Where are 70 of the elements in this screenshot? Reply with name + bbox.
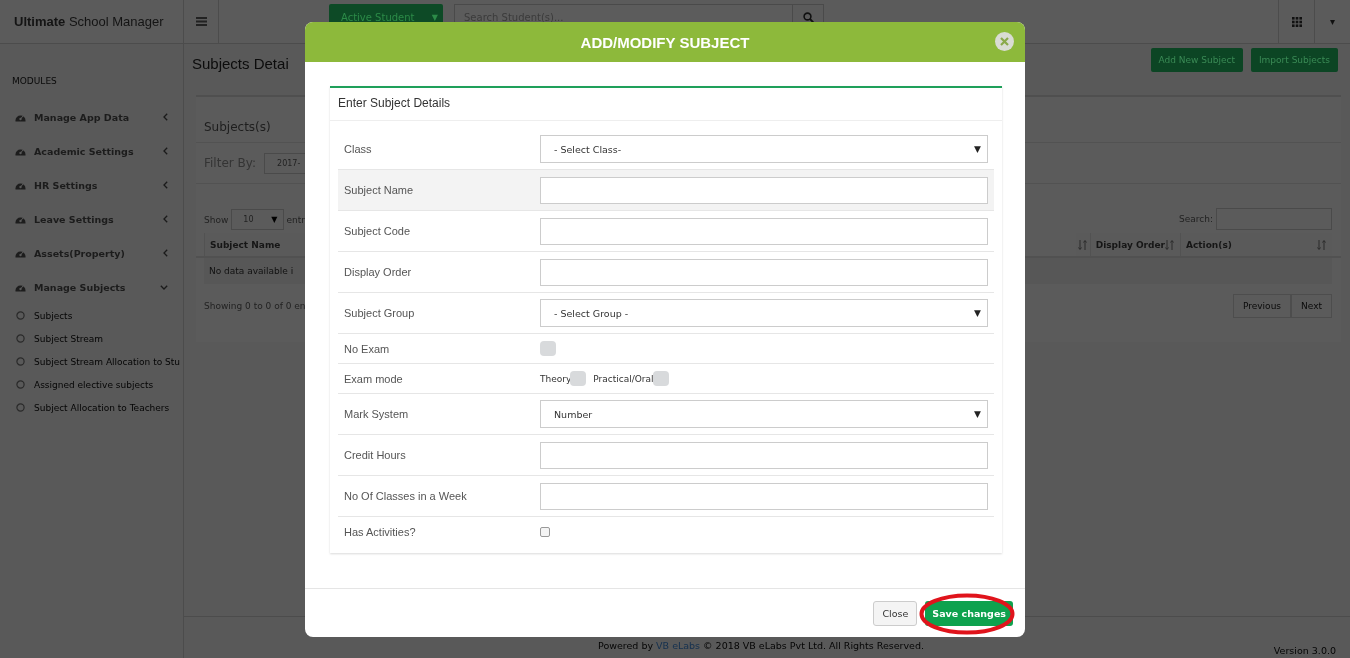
sort-icon — [1317, 239, 1326, 250]
company-link[interactable]: VB eLabs — [656, 640, 701, 651]
apps-grid-icon[interactable] — [1291, 16, 1302, 27]
circle-icon — [16, 311, 25, 320]
panel-title: Enter Subject Details — [330, 88, 1002, 121]
page-size-select[interactable]: 10 ▼ — [231, 209, 284, 230]
field-label: Subject Name — [343, 184, 415, 196]
field-label: Exam mode — [343, 372, 404, 385]
checkbox[interactable] — [540, 526, 550, 537]
sidebar-subitem[interactable]: Assigned elective subjects — [0, 373, 183, 396]
close-icon[interactable] — [995, 32, 1014, 51]
card-title: Subjects(s) — [204, 119, 271, 134]
input-field[interactable] — [540, 258, 988, 286]
circle-icon — [16, 357, 25, 366]
sidebar-heading: MODULES — [11, 76, 58, 86]
select-field[interactable]: - Select Class- ▼ — [540, 135, 988, 163]
sidebar-item[interactable]: Assets(Property) — [0, 236, 183, 270]
chevron-left-icon — [163, 113, 168, 121]
field-label: Credit Hours — [343, 449, 407, 461]
circle-icon — [16, 380, 25, 389]
sidebar-subitem[interactable]: Subject Stream Allocation to Stu — [0, 350, 183, 373]
sort-icon — [1165, 239, 1174, 250]
input-field[interactable] — [540, 176, 988, 204]
pagination-button[interactable]: Next — [1291, 294, 1332, 318]
user-menu-caret[interactable]: ▾ — [1330, 16, 1335, 27]
field-label: Mark System — [343, 408, 410, 420]
sidebar-item[interactable]: HR Settings — [0, 168, 183, 202]
sort-icon[interactable] — [1078, 239, 1088, 250]
chevron-down-icon — [160, 284, 168, 290]
pagination-button[interactable]: Previous — [1233, 294, 1292, 318]
sidebar-item[interactable]: Academic Settings — [0, 134, 183, 168]
field-label: No Exam — [343, 342, 391, 355]
chevron-left-icon — [163, 181, 168, 189]
field-label: Subject Code — [343, 225, 412, 237]
field-label: Class — [343, 143, 373, 155]
copyright-text: Powered by VB eLabs © 2018 VB eLabs Pvt Ltd. All Rights Reserved. — [598, 640, 924, 651]
field-label: Has Activities? — [343, 525, 417, 538]
version-text: Version 3.0.0 — [1273, 645, 1336, 656]
menu-icon[interactable] — [195, 17, 207, 26]
field-label: No Of Classes in a Week — [343, 490, 468, 502]
field-label: Display Order — [343, 266, 413, 278]
toggle-switch[interactable] — [540, 341, 556, 356]
toggle-switch[interactable] — [652, 371, 669, 386]
select-field[interactable]: - Select Group - ▼ — [540, 299, 988, 327]
toggle-switch[interactable] — [570, 371, 587, 386]
search-icon[interactable] — [802, 11, 814, 23]
sidebar-item[interactable]: Manage App Data — [0, 100, 183, 134]
input-field[interactable] — [540, 441, 988, 469]
circle-icon — [16, 403, 25, 412]
field-label: Subject Group — [343, 307, 416, 319]
chevron-left-icon — [163, 249, 168, 257]
input-field[interactable] — [540, 482, 988, 510]
page-action-button[interactable]: Import Subjects — [1250, 48, 1338, 72]
option-label: Theory — [540, 373, 572, 384]
page-action-button[interactable]: Add New Subject — [1150, 48, 1243, 72]
sidebar-item[interactable]: Leave Settings — [0, 202, 183, 236]
app-title: Ultimate School Manager — [14, 14, 164, 29]
chevron-left-icon — [163, 215, 168, 223]
option-label: Practical/Oral — [593, 373, 654, 384]
chevron-left-icon — [163, 147, 168, 155]
modal-title: ADD/MODIFY SUBJECT — [580, 33, 750, 51]
sidebar-subitem[interactable]: Subject Stream — [0, 327, 183, 350]
sidebar-subitem[interactable]: Subject Allocation to Teachers — [0, 396, 183, 419]
sidebar-subitem[interactable]: Subjects — [0, 304, 183, 327]
close-button[interactable]: Close — [873, 600, 918, 626]
circle-icon — [16, 334, 25, 343]
select-field[interactable]: Number ▼ — [540, 400, 988, 428]
input-field[interactable] — [540, 217, 988, 245]
sidebar-item[interactable]: Manage Subjects — [0, 270, 183, 304]
page-title: Subjects Detai — [192, 55, 289, 72]
